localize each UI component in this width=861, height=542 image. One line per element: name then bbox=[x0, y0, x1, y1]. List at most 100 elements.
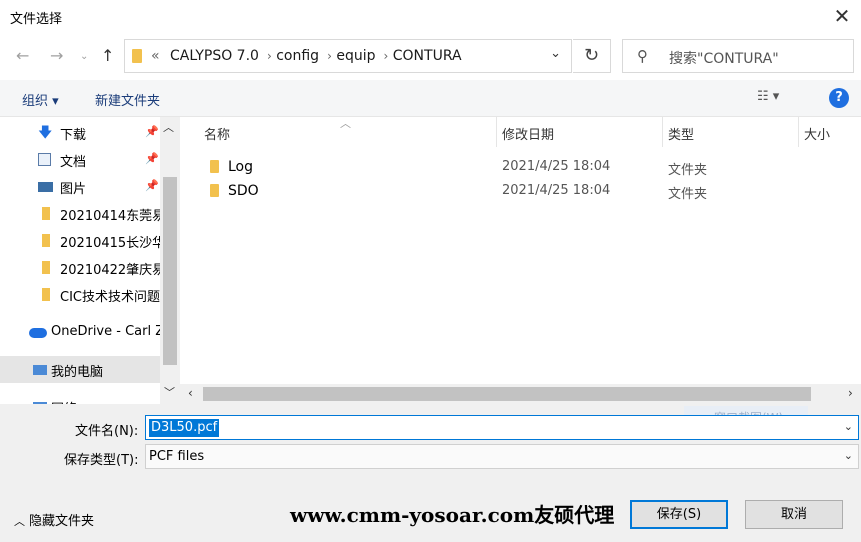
folder-icon bbox=[42, 234, 50, 247]
sidebar-item-label: 我的电脑 bbox=[51, 365, 104, 380]
file-name: Log bbox=[228, 159, 254, 175]
scroll-thumb[interactable] bbox=[163, 177, 177, 365]
filename-field[interactable]: D3L50.pcf ⌄ bbox=[145, 415, 859, 440]
horizontal-scrollbar[interactable]: ‹ › bbox=[180, 384, 861, 404]
sidebar-item-label: 下载 bbox=[60, 128, 87, 143]
sidebar-item-folder[interactable]: 20210422肇庆易 bbox=[0, 254, 165, 281]
file-list: ︿ 名称 修改日期 类型 大小 Log 2021/4/25 18:04 文件夹 … bbox=[180, 117, 861, 404]
column-header-size[interactable]: 大小 bbox=[804, 117, 830, 147]
folder-icon bbox=[42, 261, 50, 274]
table-row[interactable]: Log 2021/4/25 18:04 文件夹 bbox=[180, 155, 861, 179]
sidebar-item-label: 图片 bbox=[60, 182, 87, 197]
new-folder-button[interactable]: 新建文件夹 bbox=[95, 90, 160, 109]
folder-icon bbox=[42, 288, 50, 301]
scroll-down-icon[interactable]: ﹀ bbox=[164, 384, 175, 400]
scroll-up-icon[interactable]: ︿ bbox=[163, 119, 174, 135]
filetype-value: PCF files bbox=[149, 449, 205, 464]
picture-icon bbox=[38, 182, 53, 192]
file-type: 文件夹 bbox=[668, 163, 708, 178]
file-name: SDO bbox=[228, 183, 259, 199]
breadcrumb-item[interactable]: CONTURA bbox=[393, 48, 462, 64]
sidebar-item-label: 20210422肇庆易 bbox=[60, 263, 166, 278]
computer-icon bbox=[33, 365, 47, 375]
column-header-name[interactable]: 名称 bbox=[204, 117, 230, 147]
sidebar-item-folder[interactable]: CIC技术技术问题 bbox=[0, 281, 160, 308]
scroll-right-icon[interactable]: › bbox=[848, 386, 853, 400]
forward-arrow-icon[interactable]: → bbox=[50, 46, 63, 65]
breadcrumb-item[interactable]: CALYPSO 7.0 bbox=[170, 48, 259, 64]
breadcrumb-item[interactable]: config bbox=[276, 48, 319, 64]
cloud-icon bbox=[29, 328, 47, 338]
sidebar-item-network[interactable]: 网络 bbox=[0, 393, 160, 404]
chevron-up-icon: ︿ bbox=[14, 515, 25, 528]
column-divider[interactable] bbox=[662, 117, 663, 147]
sidebar-item-downloads[interactable]: 🡇 下载 📌 bbox=[0, 119, 160, 146]
hide-folders-label: 隐藏文件夹 bbox=[29, 514, 95, 529]
overflow-chevron-icon[interactable]: « bbox=[151, 48, 160, 64]
sort-caret-icon: ︿ bbox=[340, 117, 351, 130]
view-options-icon[interactable]: ☷ ▾ bbox=[757, 89, 779, 104]
pin-icon[interactable]: 📌 bbox=[145, 152, 159, 165]
file-date: 2021/4/25 18:04 bbox=[502, 183, 611, 198]
filename-label: 文件名(N): bbox=[75, 424, 139, 439]
chevron-down-icon[interactable]: ⌄ bbox=[844, 449, 853, 462]
search-placeholder: 搜索"CONTURA" bbox=[669, 51, 779, 67]
watermark-text: www.cmm-yosoar.com友硕代理 bbox=[290, 503, 615, 527]
chevron-right-icon[interactable]: › bbox=[327, 49, 332, 63]
title-bar: 文件选择 ✕ bbox=[0, 0, 861, 34]
organize-button[interactable]: 组织 ▾ bbox=[22, 90, 59, 109]
search-icon: ⚲ bbox=[637, 47, 648, 65]
table-row[interactable]: SDO 2021/4/25 18:04 文件夹 bbox=[180, 179, 861, 203]
address-bar[interactable]: « CALYPSO 7.0 › config › equip › CONTURA ⌄ bbox=[124, 39, 572, 73]
back-arrow-icon[interactable]: ← bbox=[16, 46, 29, 65]
sidebar-item-folder[interactable]: 20210414东莞易 bbox=[0, 200, 165, 227]
navigation-pane: 🡇 下载 📌 文档 📌 图片 📌 20210414东莞易 20210415长沙华… bbox=[0, 117, 180, 404]
sidebar-item-label: OneDrive - Carl Z bbox=[51, 324, 165, 339]
filename-value: D3L50.pcf bbox=[149, 419, 220, 437]
chevron-right-icon[interactable]: › bbox=[267, 49, 272, 63]
filetype-select[interactable]: PCF files ⌄ bbox=[145, 444, 859, 469]
folder-icon bbox=[210, 184, 219, 197]
sidebar-item-label: CIC技术技术问题 bbox=[60, 290, 160, 305]
scroll-thumb[interactable] bbox=[203, 387, 811, 401]
sidebar-item-pictures[interactable]: 图片 📌 bbox=[0, 173, 160, 200]
scroll-left-icon[interactable]: ‹ bbox=[188, 386, 193, 400]
folder-icon bbox=[210, 160, 219, 173]
save-button[interactable]: 保存(S) bbox=[630, 500, 728, 529]
close-icon[interactable]: ✕ bbox=[831, 4, 853, 28]
file-date: 2021/4/25 18:04 bbox=[502, 159, 611, 174]
recent-chevron-icon[interactable]: ⌄ bbox=[80, 51, 88, 62]
sidebar-item-label: 文档 bbox=[60, 155, 87, 170]
nav-bar: ← → ⌄ ↑ « CALYPSO 7.0 › config › equip › CO… bbox=[0, 34, 861, 80]
chevron-down-icon[interactable]: ⌄ bbox=[844, 420, 853, 433]
cancel-button[interactable]: 取消 bbox=[745, 500, 843, 529]
column-header-date[interactable]: 修改日期 bbox=[502, 117, 554, 147]
nav-scrollbar[interactable]: ︿ ﹀ bbox=[160, 117, 180, 404]
refresh-button[interactable]: ↻ bbox=[573, 39, 611, 73]
document-icon bbox=[38, 153, 51, 166]
file-type: 文件夹 bbox=[668, 187, 708, 202]
pin-icon[interactable]: 📌 bbox=[145, 179, 159, 192]
sidebar-item-this-pc[interactable]: 我的电脑 bbox=[0, 356, 160, 383]
sidebar-item-documents[interactable]: 文档 📌 bbox=[0, 146, 160, 173]
sidebar-item-folder[interactable]: 20210415长沙华 bbox=[0, 227, 165, 254]
column-divider[interactable] bbox=[798, 117, 799, 147]
chevron-down-icon[interactable]: ⌄ bbox=[550, 46, 561, 61]
download-icon: 🡇 bbox=[38, 125, 53, 141]
column-divider[interactable] bbox=[496, 117, 497, 147]
help-icon[interactable]: ? bbox=[829, 88, 849, 108]
window-title: 文件选择 bbox=[10, 12, 63, 27]
pin-icon[interactable]: 📌 bbox=[145, 125, 159, 138]
folder-icon bbox=[42, 207, 50, 220]
save-panel: 窗口截图(W) 文件名(N): D3L50.pcf ⌄ 保存类型(T): PCF… bbox=[0, 404, 861, 542]
column-header-type[interactable]: 类型 bbox=[668, 117, 694, 147]
breadcrumb: « CALYPSO 7.0 › config › equip › CONTURA bbox=[151, 48, 462, 64]
sidebar-item-onedrive[interactable]: OneDrive - Carl Z bbox=[0, 319, 164, 346]
search-input[interactable]: ⚲ 搜索"CONTURA" bbox=[622, 39, 854, 73]
up-arrow-icon[interactable]: ↑ bbox=[101, 46, 114, 65]
breadcrumb-item[interactable]: equip bbox=[336, 48, 375, 64]
sidebar-item-label: 20210414东莞易 bbox=[60, 209, 166, 224]
hide-folders-toggle[interactable]: ︿ 隐藏文件夹 bbox=[14, 510, 94, 529]
chevron-right-icon[interactable]: › bbox=[383, 49, 388, 63]
command-bar: 组织 ▾ 新建文件夹 ☷ ▾ ? bbox=[0, 80, 861, 117]
